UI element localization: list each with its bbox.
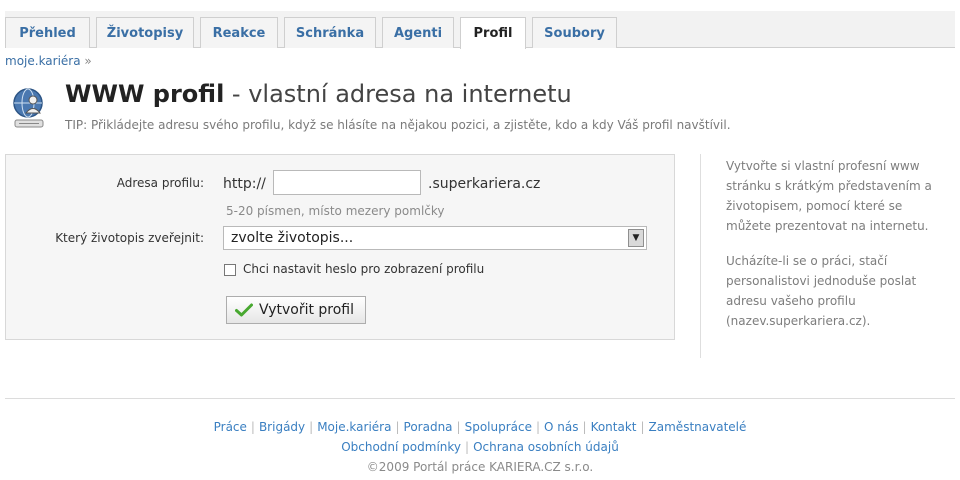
page-title-subtitle: - vlastní adresa na internetu (224, 80, 572, 108)
footer-links-row-1: Práce | Brigády | Moje.kariéra | Poradna | Spolu… (213, 420, 747, 434)
tab-schranka[interactable]: Schránka (284, 17, 376, 48)
tab-profil[interactable]: Profil (460, 17, 526, 49)
footer-links-row-2: Obchodní podmínky | Ochrana osobních údajů (341, 440, 619, 454)
checkmark-icon (235, 303, 253, 317)
footer-link-brigady[interactable]: Brigády (259, 420, 305, 434)
footer-link-spoluprace[interactable]: Spolupráce (465, 420, 532, 434)
page-title-main: WWW profil (65, 80, 225, 108)
sidebar-paragraph-2: Ucházíte-li se o práci, stačí personalis… (726, 254, 917, 328)
address-hint: 5-20 písmen, místo mezery pomlčky (226, 204, 445, 218)
page-title: WWW profil - vlastní adresa na internetu (65, 80, 572, 108)
breadcrumb-separator: » (84, 54, 92, 68)
protocol-prefix: http:// (223, 176, 266, 192)
breadcrumb: moje.kariéra » (5, 54, 92, 68)
tabs: Přehled Životopisy Reakce Schránka Agent… (5, 17, 617, 49)
footer-link-o-nas[interactable]: O nás (544, 420, 578, 434)
footer-link-poradna[interactable]: Poradna (404, 420, 453, 434)
dropdown-arrow-icon[interactable]: ▼ (628, 229, 644, 247)
tab-soubory[interactable]: Soubory (532, 17, 617, 48)
tip-text: TIP: Přikládejte adresu svého profilu, k… (65, 118, 731, 132)
password-checkbox[interactable] (224, 264, 236, 276)
profile-address-input[interactable] (273, 170, 421, 195)
footer-link-ochrana-udaju[interactable]: Ochrana osobních údajů (473, 440, 619, 454)
cv-label: Který životopis zveřejnit: (55, 231, 204, 245)
cv-select-value: zvolte životopis... (231, 230, 354, 246)
cv-select[interactable]: zvolte životopis... ▼ (223, 226, 647, 250)
footer-link-zamestnavatele[interactable]: Zaměstnavatelé (649, 420, 747, 434)
breadcrumb-link[interactable]: moje.kariéra (5, 54, 81, 68)
copyright: ©2009 Portál práce KARIERA.CZ s.r.o. (366, 460, 594, 474)
tab-zivotopisy[interactable]: Životopisy (96, 17, 194, 48)
sidebar-divider (700, 154, 701, 358)
globe-user-icon (13, 88, 44, 128)
sidebar-paragraph-1: Vytvořte si vlastní profesní www stránku… (726, 159, 932, 233)
domain-suffix: .superkariera.cz (428, 176, 541, 192)
footer-link-obchodni-podminky[interactable]: Obchodní podmínky (341, 440, 461, 454)
tab-prehled[interactable]: Přehled (5, 17, 90, 48)
footer-link-kontakt[interactable]: Kontakt (591, 420, 637, 434)
tab-reakce[interactable]: Reakce (200, 17, 278, 48)
footer-divider (5, 398, 955, 399)
footer-link-moje-kariera[interactable]: Moje.kariéra (317, 420, 391, 434)
create-profile-button-label: Vytvořit profil (259, 302, 355, 318)
create-profile-button[interactable]: Vytvořit profil (226, 296, 366, 324)
footer-link-prace[interactable]: Práce (214, 420, 247, 434)
tab-agenti[interactable]: Agenti (382, 17, 454, 48)
address-label: Adresa profilu: (116, 176, 204, 190)
password-checkbox-label[interactable]: Chci nastavit heslo pro zobrazení profil… (243, 262, 484, 276)
